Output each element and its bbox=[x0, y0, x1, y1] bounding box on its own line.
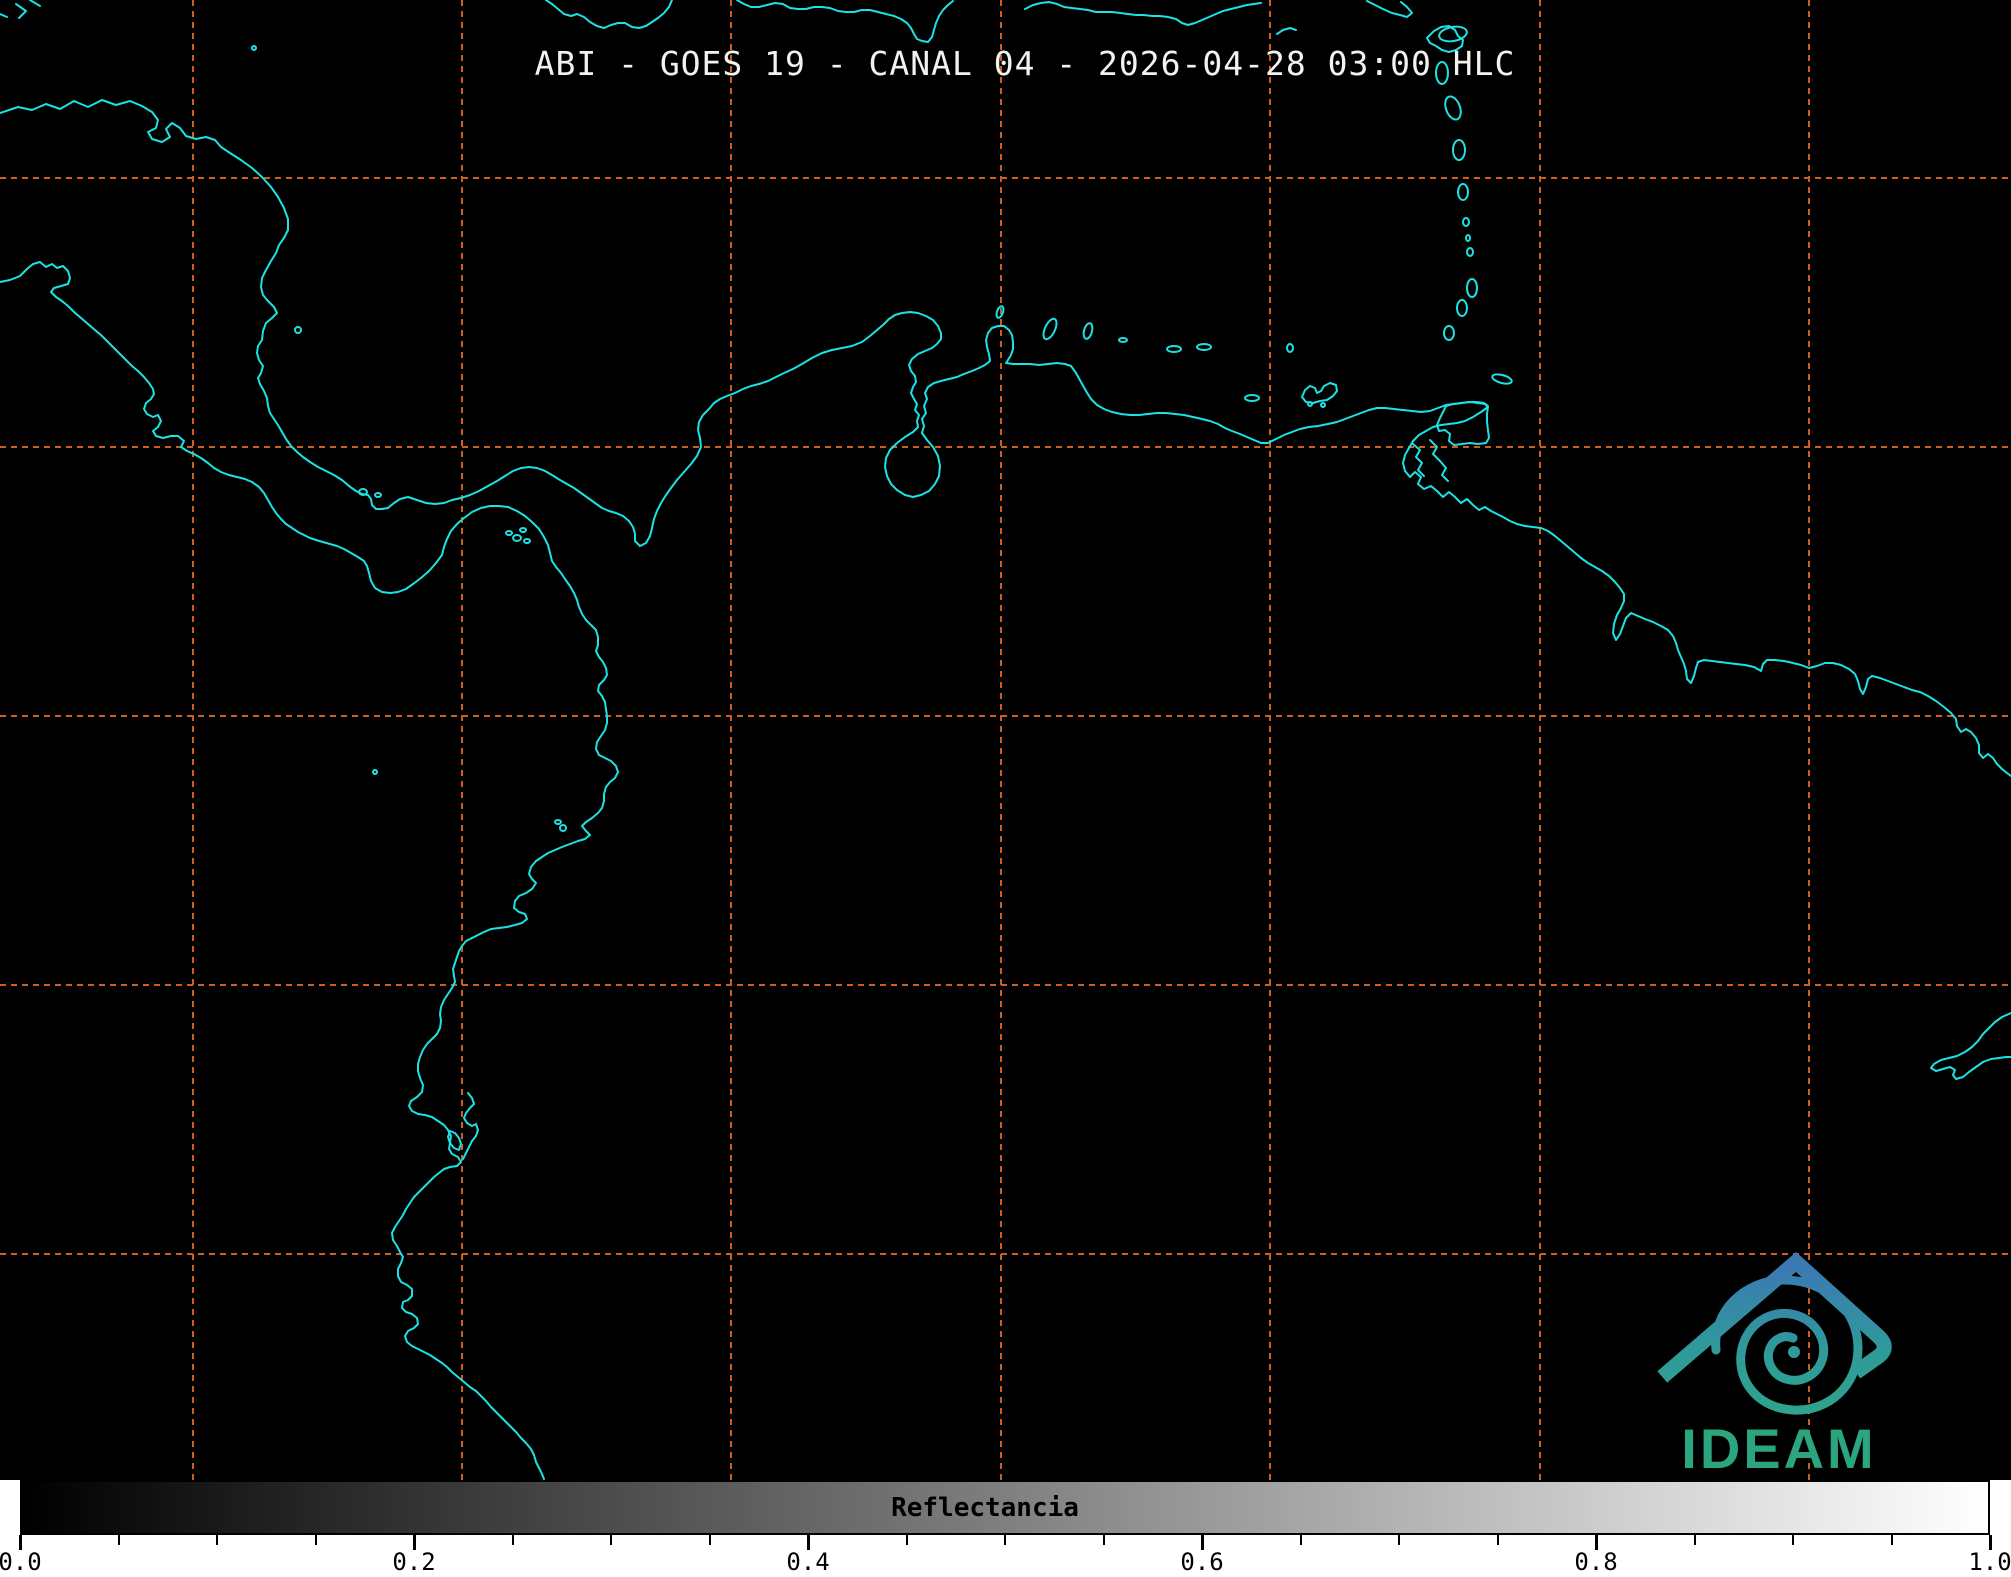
coastline-dominican-republic-coast bbox=[1024, 1, 1262, 26]
coastline-beata-fragment bbox=[1276, 27, 1297, 35]
colorbar-minor-tick bbox=[117, 1535, 120, 1545]
coastline-top-left-corner-fragments bbox=[0, 0, 41, 19]
island-grenadines-1 bbox=[1462, 217, 1470, 227]
colorbar-minor-tick bbox=[511, 1535, 514, 1545]
colorbar-minor-tick bbox=[1792, 1535, 1794, 1545]
island-la-blanquilla bbox=[1286, 343, 1294, 353]
colorbar-minor-tick bbox=[1496, 1535, 1499, 1545]
island-grenada bbox=[1443, 325, 1455, 341]
colorbar-tick-label: 0.8 bbox=[1574, 1548, 1618, 1576]
satellite-image-viewer: ABI - GOES 19 - CANAL 04 - 2026-04-28 03… bbox=[0, 0, 2011, 1577]
colorbar-tick-label: 0.2 bbox=[392, 1548, 436, 1576]
coastline-buenaventura-inlet bbox=[462, 1092, 479, 1160]
island-tobago bbox=[1491, 373, 1513, 385]
mountain-spiral-icon bbox=[1657, 1252, 1892, 1415]
coastline-amazon-estuary-fragment bbox=[1930, 1012, 2011, 1080]
coastline-pacific-coast-central-america-to-ecuador bbox=[0, 261, 619, 1480]
colorbar-minor-tick bbox=[905, 1535, 908, 1545]
island-pacific-islet-2 bbox=[559, 824, 567, 832]
island-pearl-island-3 bbox=[519, 527, 527, 533]
ideam-logo-text: IDEAM bbox=[1681, 1417, 1876, 1480]
island-la-tortuga bbox=[1244, 394, 1260, 402]
island-antilles-island-1 bbox=[1466, 278, 1478, 298]
island-corn-island bbox=[294, 326, 302, 334]
island-curacao bbox=[1042, 317, 1058, 341]
island-las-aves bbox=[1118, 337, 1128, 343]
ideam-logo: IDEAM bbox=[1630, 1240, 1950, 1485]
island-nicaragua-cays-2 bbox=[374, 492, 382, 498]
island-antilles-island-2 bbox=[1456, 299, 1468, 317]
island-martinique bbox=[1444, 95, 1462, 121]
island-los-roques-2 bbox=[1196, 343, 1212, 351]
colorbar-strip: Reflectancia bbox=[0, 1480, 2011, 1577]
colorbar-tick-label: 0.0 bbox=[0, 1548, 42, 1576]
island-pearl-island-1 bbox=[505, 530, 513, 536]
island-grenadines-2 bbox=[1465, 234, 1471, 242]
colorbar-tick-label: 1.0 bbox=[1968, 1548, 2011, 1576]
colorbar-tick-label: 0.6 bbox=[1180, 1548, 1224, 1576]
colorbar-minor-tick bbox=[1398, 1535, 1400, 1545]
island-bonaire bbox=[1082, 322, 1094, 340]
coastline-trinidad-island bbox=[1436, 401, 1490, 446]
island-los-roques-1 bbox=[1166, 345, 1182, 353]
colorbar-minor-tick bbox=[1693, 1535, 1696, 1545]
island-providencia bbox=[251, 45, 257, 51]
island-coche bbox=[1307, 401, 1313, 407]
island-grenadines-3 bbox=[1466, 247, 1474, 257]
colorbar-minor-tick bbox=[216, 1535, 218, 1545]
island-pearl-island-2 bbox=[512, 534, 522, 542]
island-cubagua bbox=[1320, 402, 1326, 408]
colorbar-label: Reflectancia bbox=[891, 1493, 1079, 1523]
coastline-hispaniola-south-coast bbox=[736, 0, 954, 43]
coastline-jamaica-south-coast bbox=[545, 0, 673, 29]
coastline-puerto-rico-fragment bbox=[1366, 0, 1413, 18]
island-st-lucia bbox=[1452, 139, 1466, 161]
island-st-vincent bbox=[1457, 183, 1469, 201]
coastline-margarita-island bbox=[1301, 382, 1338, 404]
colorbar-tick-label: 0.4 bbox=[786, 1548, 830, 1576]
ideam-logo-graphic: IDEAM bbox=[1657, 1252, 1892, 1480]
colorbar-minor-tick bbox=[1004, 1535, 1006, 1545]
colorbar-minor-tick bbox=[708, 1535, 711, 1545]
colorbar-minor-tick bbox=[1890, 1535, 1893, 1545]
coastline-central-america-caribbean-south-america-north-coast bbox=[0, 99, 2011, 777]
colorbar-minor-tick bbox=[1102, 1535, 1105, 1545]
island-pearl-island-4 bbox=[523, 538, 531, 544]
colorbar-minor-tick bbox=[1299, 1535, 1302, 1545]
island-pacific-islet-3 bbox=[372, 769, 378, 775]
island-pacific-islet-1 bbox=[554, 819, 562, 825]
image-title: ABI - GOES 19 - CANAL 04 - 2026-04-28 03… bbox=[534, 44, 1516, 83]
colorbar-minor-tick bbox=[314, 1535, 317, 1545]
colorbar-minor-tick bbox=[610, 1535, 612, 1545]
